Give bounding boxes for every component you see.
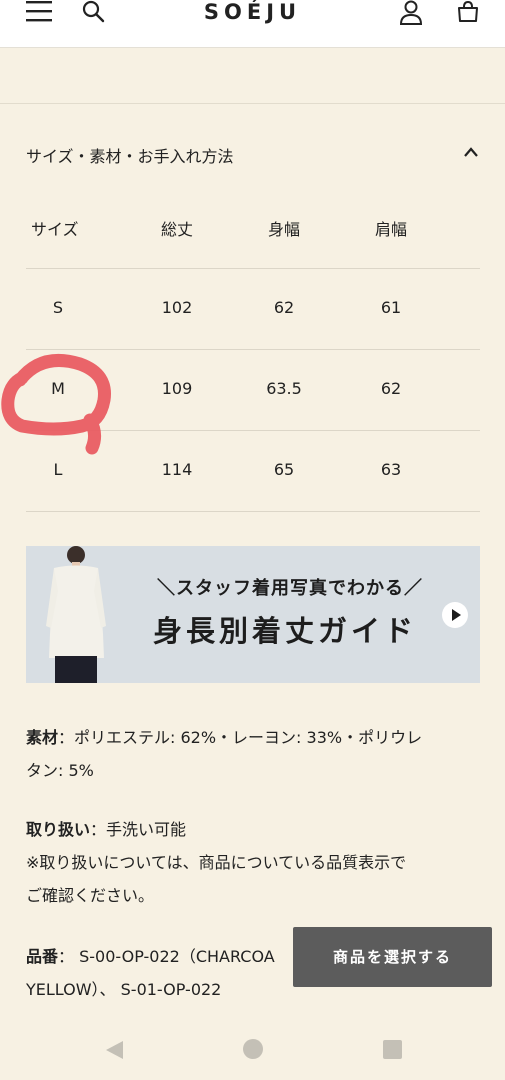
table-cell: 62: [273, 298, 295, 317]
table-row: S 102 62 61: [26, 269, 480, 350]
handling-info: 取り扱い：手洗い可能 ※取り扱いについては、商品についている品質表示で ご確認く…: [26, 813, 480, 912]
home-icon[interactable]: [242, 1038, 264, 1060]
table-cell: 61: [380, 298, 402, 317]
header-length: 総丈: [160, 220, 193, 239]
chevron-up-icon[interactable]: [462, 145, 480, 159]
table-cell: L: [53, 460, 63, 479]
header-body-width: 身幅: [267, 220, 300, 239]
banner-subtitle: ＼スタッフ着用写真でわかる／: [157, 578, 423, 599]
table-cell: 65: [273, 460, 295, 479]
material-text-cont: タン: 5%: [26, 761, 94, 780]
table-cell: 63.5: [266, 379, 302, 398]
handling-note: ※取り扱いについては、商品についている品質表示で: [26, 853, 407, 872]
product-number-text: ： S-00-OP-022（CHARCOA: [58, 947, 275, 966]
handling-text: ：手洗い可能: [90, 820, 187, 839]
brand-logo[interactable]: SOÉJU: [0, 0, 505, 24]
material-info: 素材：ポリエステル: 62%・レーヨン: 33%・ポリウレ タン: 5%: [26, 721, 480, 787]
banner-title: 身長別着丈ガイド: [152, 614, 417, 648]
select-product-button[interactable]: 商品を選択する: [293, 927, 492, 987]
table-cell: 102: [161, 298, 193, 317]
handling-note-cont: ご確認ください。: [26, 886, 155, 905]
table-cell: S: [52, 298, 64, 317]
bag-icon[interactable]: [456, 0, 480, 24]
material-text: ：ポリエステル: 62%・レーヨン: 33%・ポリウレ: [58, 728, 423, 747]
header-size: サイズ: [31, 220, 79, 239]
table-cell: 114: [161, 460, 193, 479]
table-cell: 63: [380, 460, 402, 479]
highlight-annotation: [1, 353, 111, 455]
site-header: SOÉJU: [0, 0, 505, 48]
play-icon[interactable]: [441, 601, 469, 629]
material-label: 素材: [26, 728, 59, 747]
section-divider: [0, 103, 505, 104]
recent-apps-icon[interactable]: [382, 1039, 403, 1060]
table-cell: 109: [161, 379, 193, 398]
back-icon[interactable]: [103, 1039, 125, 1061]
table-cell: 62: [380, 379, 402, 398]
handling-label: 取り扱い: [26, 820, 91, 839]
size-guide-banner[interactable]: ＼スタッフ着用写真でわかる／ 身長別着丈ガイド: [26, 546, 480, 683]
user-icon[interactable]: [399, 0, 423, 26]
product-number-label: 品番: [26, 947, 59, 966]
system-nav-bar: [0, 1018, 505, 1080]
section-title[interactable]: サイズ・素材・お手入れ方法: [26, 143, 234, 167]
model-photo: [46, 546, 106, 683]
header-shoulder-width: 肩幅: [374, 220, 407, 239]
table-header-row: サイズ 総丈 身幅 肩幅: [26, 188, 480, 269]
